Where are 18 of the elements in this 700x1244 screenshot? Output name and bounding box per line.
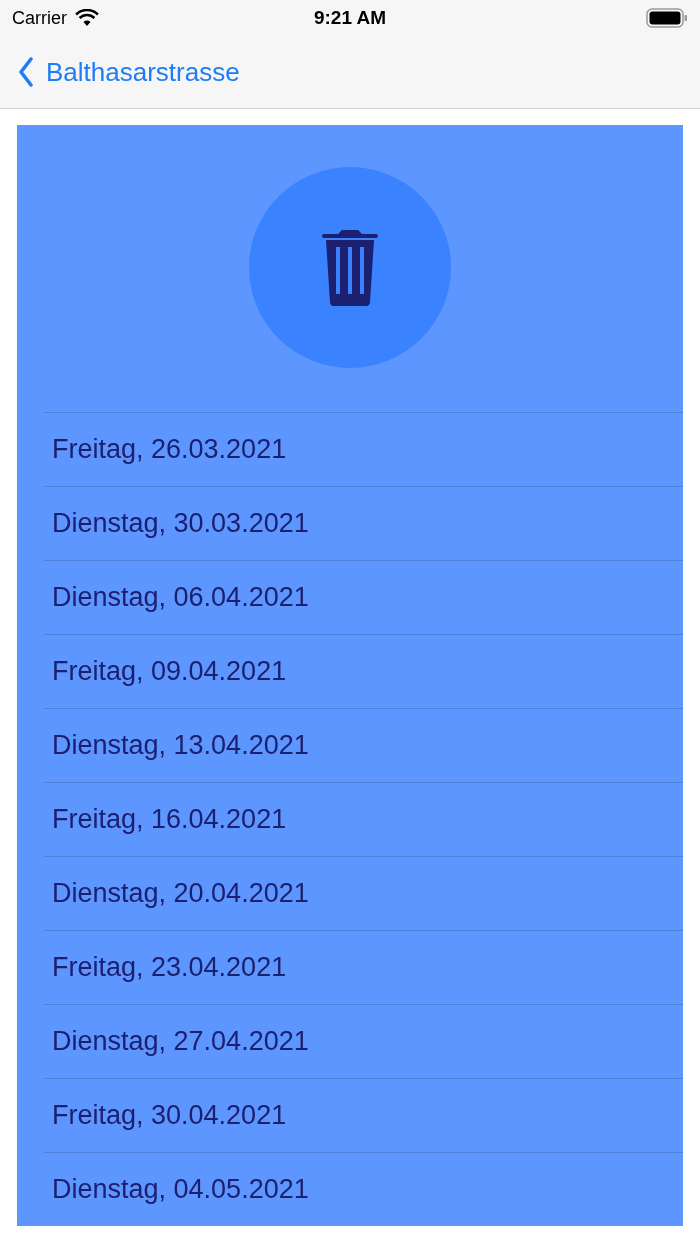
- battery-icon: [646, 8, 688, 28]
- date-item[interactable]: Dienstag, 30.03.2021: [52, 507, 309, 539]
- date-item[interactable]: Freitag, 16.04.2021: [52, 803, 287, 835]
- date-item[interactable]: Freitag, 09.04.2021: [52, 655, 287, 687]
- date-item[interactable]: Dienstag, 27.04.2021: [52, 1025, 309, 1057]
- date-item[interactable]: Freitag, 26.03.2021: [52, 433, 287, 465]
- trash-icon: [322, 228, 378, 307]
- date-item[interactable]: Dienstag, 13.04.2021: [52, 729, 309, 761]
- date-item[interactable]: Freitag, 23.04.2021: [52, 951, 287, 983]
- date-item[interactable]: Dienstag, 04.05.2021: [52, 1173, 309, 1205]
- date-item[interactable]: Freitag, 30.04.2021: [52, 1099, 287, 1131]
- status-time: 9:21 AM: [313, 7, 387, 29]
- wifi-icon: [75, 9, 99, 27]
- chevron-left-icon: [18, 57, 34, 87]
- back-button[interactable]: Balthasarstrasse: [18, 56, 240, 88]
- date-item[interactable]: Dienstag, 06.04.2021: [52, 581, 309, 613]
- date-item[interactable]: Dienstag, 20.04.2021: [52, 877, 309, 909]
- carrier-label: Carrier: [12, 7, 67, 29]
